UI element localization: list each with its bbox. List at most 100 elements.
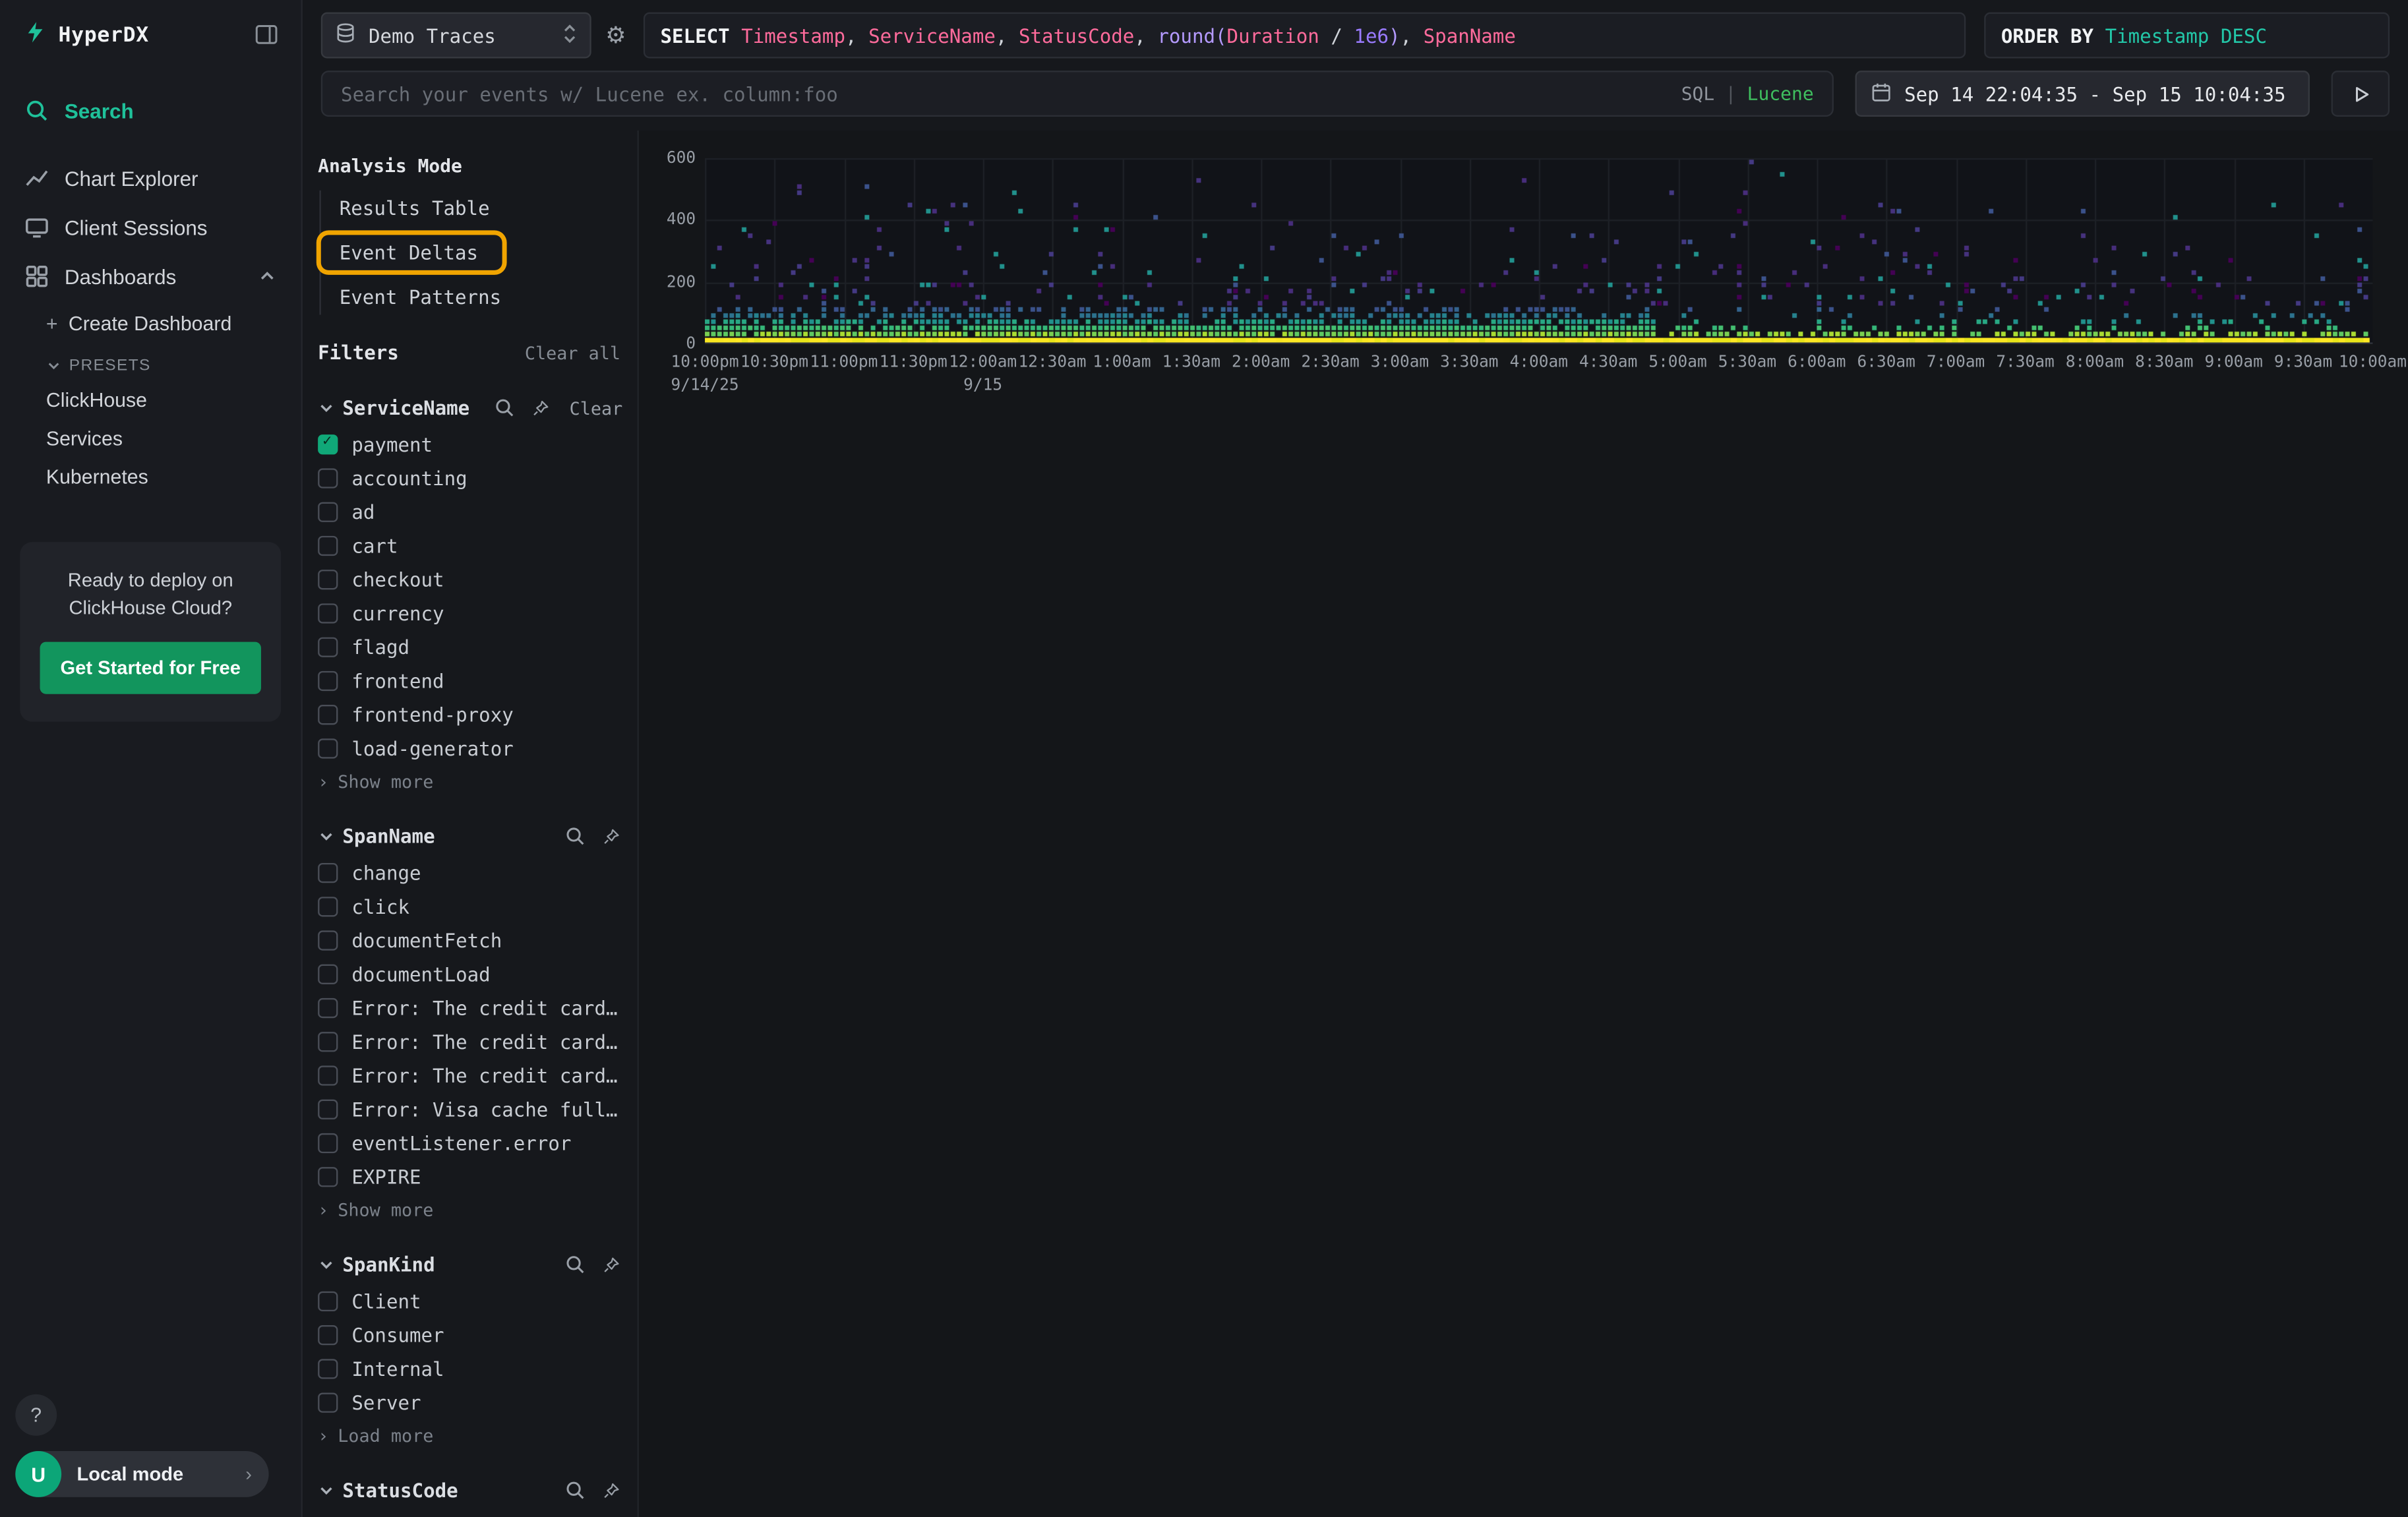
checkbox[interactable] [318,671,338,691]
search-icon[interactable] [565,1480,585,1500]
analysis-mode-option-event-deltas[interactable]: Event Deltas [321,235,503,270]
chevron-down-icon[interactable] [318,1482,335,1499]
chevron-down-icon[interactable] [318,827,335,845]
checkbox[interactable] [318,536,338,556]
facet-option-payment[interactable]: payment [318,433,620,456]
checkbox[interactable] [318,705,338,725]
sidebar-item-search[interactable]: Search [0,86,301,135]
run-search-button[interactable] [2332,71,2390,117]
facet-option-frontend[interactable]: frontend [318,669,620,692]
facet-load-more-button[interactable]: ›Load more [318,1425,620,1446]
checkbox[interactable] [318,1325,338,1345]
pin-icon[interactable] [602,1481,620,1499]
facet-option-accounting[interactable]: accounting [318,467,620,490]
lucene-mode-toggle[interactable]: Lucene [1747,83,1814,105]
collapse-sidebar-icon[interactable] [253,22,280,48]
clear-all-button[interactable]: Clear all [525,342,620,363]
facet-clear-button[interactable]: Clear [570,397,623,419]
source-selector[interactable]: Demo Traces [321,13,591,59]
checkbox[interactable] [318,468,338,488]
checkbox[interactable] [318,998,338,1018]
facet-show-more-button[interactable]: ›Show more [318,1199,620,1221]
facet-option-documentload[interactable]: documentLoad [318,963,620,986]
chevron-down-icon[interactable] [318,1256,335,1273]
sidebar-item-services[interactable]: Services [46,419,301,458]
create-dashboard-button[interactable]: + Create Dashboard [46,301,301,346]
sidebar-item-dashboards[interactable]: Dashboards [0,252,301,301]
time-range-picker[interactable]: Sep 14 22:04:35 - Sep 15 10:04:35 [1855,71,2310,117]
facet-option-frontend-proxy[interactable]: frontend-proxy [318,703,620,727]
facet-option-cart[interactable]: cart [318,535,620,558]
checkbox[interactable] [318,1032,338,1052]
facet-option-load-generator[interactable]: load-generator [318,737,620,760]
facet-option-error-the-credit-card[interactable]: Error: The credit card (… [318,997,620,1020]
facet-option-internal[interactable]: Internal [318,1357,620,1381]
pin-icon[interactable] [531,398,549,417]
sidebar-item-client-sessions[interactable]: Client Sessions [0,202,301,252]
help-button[interactable]: ? [15,1394,57,1436]
checkbox[interactable] [318,570,338,589]
sidebar-item-chart-explorer[interactable]: Chart Explorer [0,154,301,203]
checkbox[interactable] [318,930,338,950]
checkbox[interactable] [318,1292,338,1311]
order-by-display[interactable]: ORDER BY Timestamp DESC [1984,13,2390,59]
search-input[interactable] [341,82,1670,105]
checkbox[interactable] [318,1100,338,1119]
facet-option-server[interactable]: Server [318,1391,620,1414]
checkbox[interactable] [318,638,338,657]
analysis-mode-option-results-table[interactable]: Results Table [321,191,620,226]
search-icon[interactable] [565,1255,585,1274]
sql-select-display[interactable]: SELECT Timestamp, ServiceName, StatusCod… [644,13,1966,59]
checkbox[interactable] [318,1167,338,1187]
analysis-mode-option-event-patterns[interactable]: Event Patterns [321,280,620,315]
search-icon[interactable] [565,826,585,846]
facet-option-currency[interactable]: currency [318,602,620,625]
hyperdx-logo[interactable]: HyperDX [23,20,149,49]
checkbox[interactable] [318,897,338,916]
sql-token: ServiceName [868,24,996,47]
get-started-button[interactable]: Get Started for Free [40,642,260,694]
checkbox[interactable] [318,1133,338,1153]
facet-option-flagd[interactable]: flagd [318,636,620,659]
checkbox[interactable] [318,1065,338,1085]
sql-token [1319,24,1331,47]
facet-option-label: documentLoad [351,963,490,986]
settings-gear-icon[interactable]: ⚙ [601,22,632,49]
checkbox[interactable] [318,603,338,623]
facet-option-label: load-generator [351,737,513,760]
checkbox[interactable] [318,1359,338,1379]
facet-option-expire[interactable]: EXPIRE [318,1166,620,1189]
facet-option-error-the-credit-card[interactable]: Error: The credit card (… [318,1064,620,1087]
user-avatar[interactable]: U [15,1451,61,1497]
facet-option-click[interactable]: click [318,895,620,918]
checkbox[interactable] [318,965,338,984]
checkbox[interactable] [318,434,338,454]
facet-show-more-button[interactable]: ›Show more [318,771,620,792]
database-icon [335,22,357,49]
pin-icon[interactable] [602,827,620,845]
facet-option-checkout[interactable]: checkout [318,568,620,591]
facet-option-client[interactable]: Client [318,1290,620,1313]
checkbox[interactable] [318,502,338,522]
facet-option-ad[interactable]: ad [318,500,620,523]
checkbox[interactable] [318,863,338,883]
facet-option-consumer[interactable]: Consumer [318,1324,620,1347]
checkbox[interactable] [318,738,338,758]
search-icon[interactable] [494,398,514,417]
sidebar-item-clickhouse[interactable]: ClickHouse [46,381,301,419]
facet-option-documentfetch[interactable]: documentFetch [318,929,620,952]
x-tick-label: 8:30am [2135,353,2193,372]
facet-option-error-visa-cache-full[interactable]: Error: Visa cache full: … [318,1098,620,1121]
sql-token: , [1400,24,1424,47]
sql-mode-toggle[interactable]: SQL [1681,83,1715,105]
sidebar-item-kubernetes[interactable]: Kubernetes [46,458,301,496]
facet-option-change[interactable]: change [318,862,620,885]
checkbox[interactable] [318,1392,338,1412]
heatmap-plot[interactable] [705,158,2372,344]
pin-icon[interactable] [602,1255,620,1274]
chevron-down-icon[interactable] [318,400,335,417]
presets-toggle[interactable]: PRESETS [46,345,301,381]
facet-option-error-the-credit-card[interactable]: Error: The credit card (… [318,1030,620,1054]
y-tick-label: 200 [667,273,696,291]
facet-option-eventlistener-error[interactable]: eventListener.error [318,1132,620,1155]
